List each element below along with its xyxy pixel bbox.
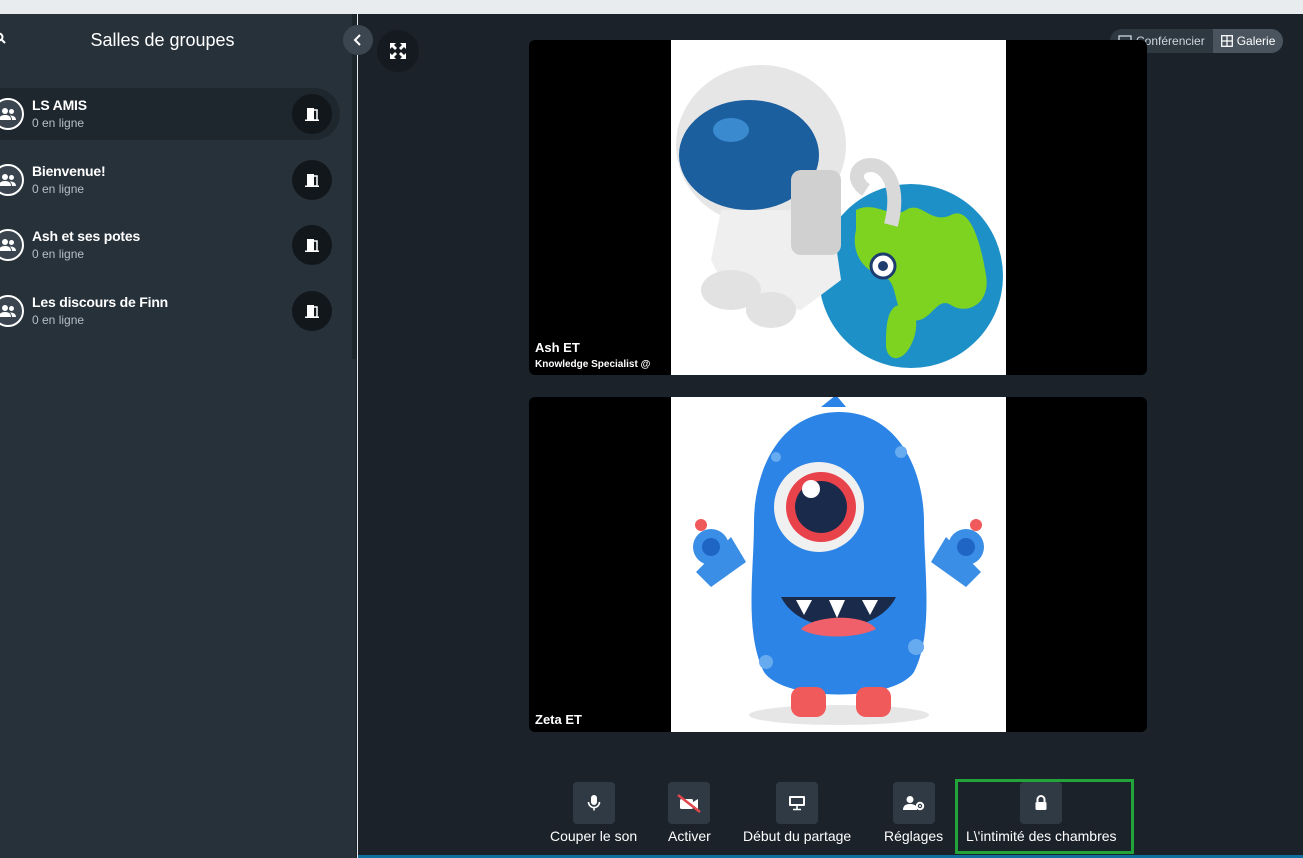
join-room-button[interactable] — [292, 94, 332, 134]
room-status: 0 en ligne — [32, 313, 85, 327]
gallery-view-button[interactable]: Galerie — [1212, 29, 1284, 53]
room-item-ls-amis[interactable]: LS AMIS 0 en ligne — [0, 88, 340, 140]
room-status: 0 en ligne — [32, 247, 85, 261]
room-name: Bienvenue! — [32, 163, 106, 179]
gallery-view-label: Galerie — [1236, 34, 1276, 48]
chevron-left-icon — [353, 34, 361, 46]
highlight-box — [955, 779, 1134, 854]
group-icon — [0, 295, 24, 327]
participant-tile[interactable]: Zeta ET — [529, 397, 1147, 732]
door-icon — [305, 239, 319, 252]
start-share-button[interactable]: Début du partage — [743, 782, 851, 844]
settings-button[interactable]: Réglages — [884, 782, 943, 844]
meeting-stage: Conférencier Galerie Ash ET Knowledge Sp… — [358, 14, 1303, 858]
room-name: LS AMIS — [32, 97, 87, 113]
start-video-button[interactable]: Activer — [668, 782, 711, 844]
door-icon — [305, 174, 319, 187]
breakout-rooms-sidebar: Salles de groupes LS AMIS 0 en ligne Bie… — [0, 14, 357, 858]
collapse-sidebar-button[interactable] — [343, 25, 373, 55]
expand-icon — [390, 43, 406, 59]
participant-subtitle: Knowledge Specialist @ — [535, 359, 651, 370]
room-item-bienvenue[interactable]: Bienvenue! 0 en ligne — [0, 154, 340, 206]
monitor-icon — [776, 782, 819, 824]
fullscreen-button[interactable] — [377, 30, 419, 72]
participant-tile[interactable]: Ash ET Knowledge Specialist @ — [529, 40, 1147, 375]
room-status: 0 en ligne — [32, 182, 85, 196]
astronaut-earth-illustration — [671, 40, 1006, 375]
group-icon — [0, 229, 24, 261]
door-icon — [305, 108, 319, 121]
door-icon — [305, 305, 319, 318]
participant-name: Zeta ET — [535, 712, 582, 727]
grid-icon — [1220, 35, 1233, 47]
mute-label: Couper le son — [550, 828, 638, 844]
video-label: Activer — [668, 828, 711, 844]
microphone-icon — [572, 782, 615, 824]
meeting-controls: Couper le son Activer Début du partage R… — [358, 779, 1303, 858]
group-icon — [0, 164, 24, 196]
room-name: Ash et ses potes — [32, 228, 141, 244]
user-settings-icon — [892, 782, 935, 824]
participant-name: Ash ET — [535, 340, 580, 355]
share-label: Début du partage — [743, 828, 852, 844]
top-strip — [0, 0, 1303, 14]
mute-button[interactable]: Couper le son — [550, 782, 637, 844]
sidebar-scrollbar[interactable] — [352, 14, 356, 359]
join-room-button[interactable] — [292, 160, 332, 200]
room-status: 0 en ligne — [32, 116, 85, 130]
group-icon — [0, 98, 24, 130]
video-off-icon — [668, 782, 711, 824]
join-room-button[interactable] — [292, 291, 332, 331]
blue-monster-illustration — [671, 397, 1006, 732]
join-room-button[interactable] — [292, 225, 332, 265]
sidebar-title: Salles de groupes — [90, 30, 235, 50]
room-item-ash-et-ses-potes[interactable]: Ash et ses potes 0 en ligne — [0, 219, 340, 271]
room-item-les-discours-de-finn[interactable]: Les discours de Finn 0 en ligne — [0, 285, 340, 337]
settings-label: Réglages — [884, 828, 944, 844]
room-name: Les discours de Finn — [32, 294, 169, 310]
